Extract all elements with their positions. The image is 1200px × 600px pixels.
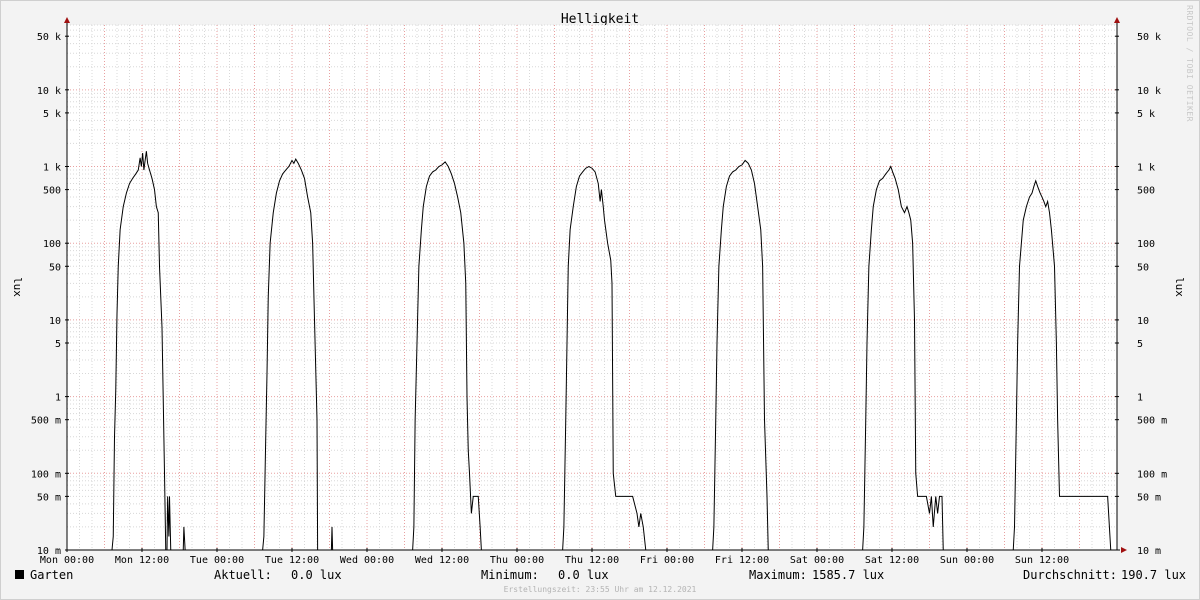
x-tick-label: Wed 12:00 (415, 555, 469, 566)
y-tick-label-left: 1 (55, 393, 61, 404)
legend: Garten Aktuell: 0.0 lux Minimum: 0.0 lux… (15, 568, 1186, 582)
x-tick-label: Mon 00:00 (40, 555, 94, 566)
chart-svg: Helligkeit 10 m50 m100 m500 m15105010050… (11, 5, 1194, 594)
y-tick-label-left: 50 k (37, 32, 61, 43)
y-tick-label-right: 100 (1137, 239, 1155, 250)
x-tick-label: Sun 00:00 (940, 555, 994, 566)
y-tick-label-right: 10 k (1137, 86, 1161, 97)
y-axis-arrow-right (1114, 17, 1120, 23)
y-tick-label-right: 10 (1137, 316, 1149, 327)
y-tick-label-left: 100 m (31, 469, 61, 480)
legend-avg-value: 190.7 lux (1121, 568, 1186, 582)
legend-swatch (15, 570, 24, 579)
y-tick-label-left: 50 (49, 262, 61, 273)
x-tick-label: Wed 00:00 (340, 555, 394, 566)
x-ticks: Mon 00:00 Mon 12:00 Tue 00:00 Tue 12:00 Wed … (40, 548, 1069, 566)
y-tick-label-right: 5 k (1137, 109, 1155, 120)
y-tick-label-left: 1 k (43, 163, 61, 174)
x-tick-label: Tue 00:00 (190, 555, 244, 566)
y-tick-label-left: 500 m (31, 416, 61, 427)
y-tick-label-right: 1 k (1137, 163, 1155, 174)
y-tick-label-left: 50 m (37, 492, 61, 503)
y-tick-label-left: 5 (55, 339, 61, 350)
y-axis-label-left: lux (11, 277, 24, 297)
x-tick-label: Sun 12:00 (1015, 555, 1069, 566)
y-tick-label-right: 50 (1137, 262, 1149, 273)
legend-series-name: Garten (30, 568, 73, 582)
legend-aktuell-label: Aktuell: (214, 568, 272, 582)
y-tick-label-left: 10 k (37, 86, 61, 97)
legend-aktuell-value: 0.0 lux (291, 568, 342, 582)
x-axis-arrow (1121, 547, 1127, 553)
y-tick-label-left: 5 k (43, 109, 61, 120)
watermark: RRDTOOL / TOBI OETIKER (1185, 5, 1194, 122)
y-tick-label-right: 500 (1137, 186, 1155, 197)
x-tick-label: Fri 12:00 (715, 555, 769, 566)
y-tick-label-right: 5 (1137, 339, 1143, 350)
y-tick-label-right: 10 m (1137, 546, 1161, 557)
x-tick-label: Fri 00:00 (640, 555, 694, 566)
x-tick-label: Tue 12:00 (265, 555, 319, 566)
y-tick-label-left: 100 (43, 239, 61, 250)
y-tick-label-right: 50 m (1137, 492, 1161, 503)
x-tick-label: Thu 00:00 (490, 555, 544, 566)
y-tick-label-left: 10 (49, 316, 61, 327)
y-tick-label-right: 100 m (1137, 469, 1167, 480)
x-tick-label: Sat 00:00 (790, 555, 844, 566)
y-tick-label-left: 500 (43, 186, 61, 197)
legend-maximum-value: 1585.7 lux (812, 568, 884, 582)
y-axis-label-right: lux (1173, 277, 1186, 297)
y-tick-label-right: 500 m (1137, 416, 1167, 427)
chart-title: Helligkeit (561, 12, 639, 27)
legend-minimum-label: Minimum: (481, 568, 539, 582)
legend-maximum-label: Maximum: (749, 568, 807, 582)
footer-timestamp: Erstellungszeit: 23:55 Uhr am 12.12.2021 (504, 585, 697, 594)
x-tick-label: Thu 12:00 (565, 555, 619, 566)
y-ticks-right: 10 m 50 m 100 m 500 m 1 5 10 50 100 500 1 k 5 k 10 k… (1115, 32, 1167, 557)
x-tick-label: Sat 12:00 (865, 555, 919, 566)
x-tick-label: Mon 12:00 (115, 555, 169, 566)
y-ticks-left: 10 m50 m100 m500 m1510501005001 k5 k10 k… (31, 32, 69, 557)
legend-minimum-value: 0.0 lux (558, 568, 609, 582)
legend-avg-label: Durchschnitt: (1023, 568, 1117, 582)
y-axis-arrow-left (64, 17, 70, 23)
y-tick-label-right: 50 k (1137, 32, 1161, 43)
y-tick-label-right: 1 (1137, 393, 1143, 404)
